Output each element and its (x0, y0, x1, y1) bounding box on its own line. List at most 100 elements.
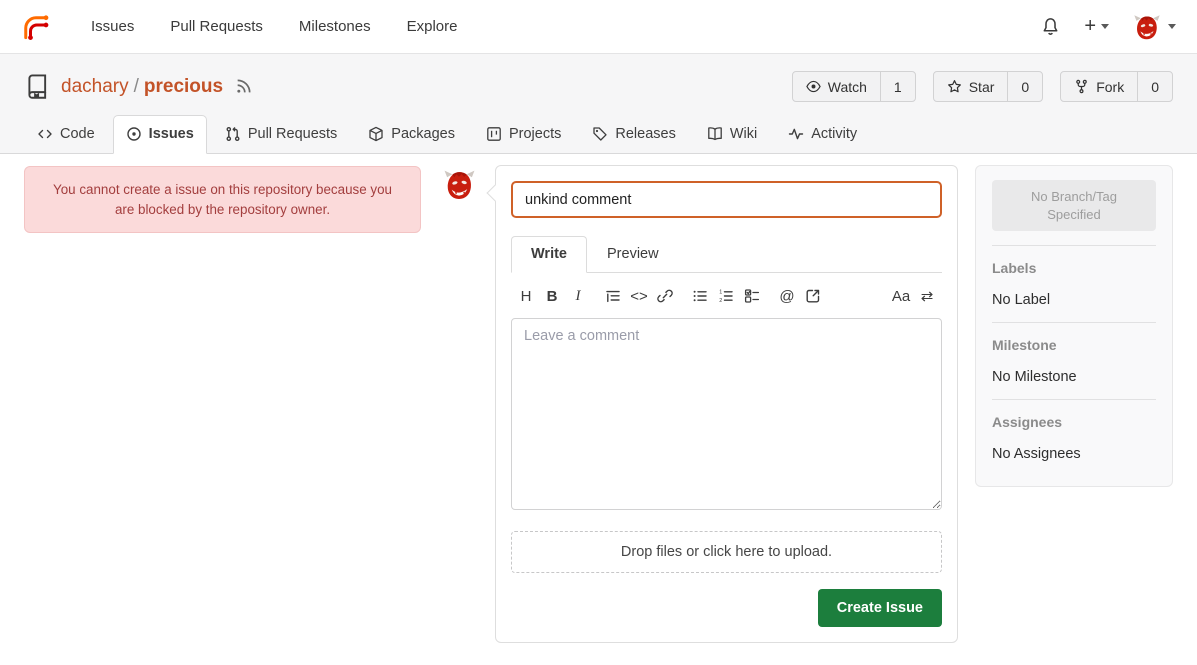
tab-wiki[interactable]: Wiki (694, 115, 770, 154)
milestone-heading[interactable]: Milestone (992, 337, 1156, 353)
tab-label: Pull Requests (248, 126, 337, 142)
labels-value: No Label (992, 292, 1156, 308)
top-navbar: Issues Pull Requests Milestones Explore … (0, 0, 1197, 54)
divider (992, 399, 1156, 400)
tab-label: Projects (509, 126, 561, 142)
watch-button[interactable]: Watch 1 (792, 71, 916, 102)
markdown-toolbar: H B I <> 12 (511, 273, 942, 318)
navbar-links: Issues Pull Requests Milestones Explore (91, 18, 457, 35)
list-unordered-icon (692, 288, 708, 304)
repo-breadcrumb: dachary/precious (61, 76, 223, 98)
tab-label: Wiki (730, 126, 757, 142)
star-button[interactable]: Star 0 (933, 71, 1043, 102)
error-text: You cannot create a issue on this reposi… (51, 180, 394, 219)
tab-label: Issues (149, 126, 194, 142)
repo-title-row: dachary/precious Watch 1 (24, 71, 1173, 102)
user-avatar (1133, 13, 1161, 41)
nav-item-milestones[interactable]: Milestones (299, 18, 371, 35)
task-list-button[interactable] (739, 284, 765, 308)
bold-button[interactable]: B (539, 284, 565, 308)
tasklist-icon (744, 288, 760, 304)
link-button[interactable] (652, 284, 678, 308)
reference-button[interactable] (800, 284, 826, 308)
tab-write[interactable]: Write (511, 236, 587, 273)
repo-actions: Watch 1 Star 0 (792, 71, 1173, 102)
breadcrumb-separator: / (129, 76, 144, 97)
package-icon (368, 126, 384, 142)
repo-name-link[interactable]: precious (144, 76, 223, 97)
code-button[interactable]: <> (626, 284, 652, 308)
assignees-heading[interactable]: Assignees (992, 414, 1156, 430)
fork-button[interactable]: Fork 0 (1060, 71, 1173, 102)
chevron-down-icon (1101, 24, 1109, 29)
dropzone-text: Drop files or click here to upload. (621, 544, 832, 560)
code-icon (37, 126, 53, 142)
tab-label: Releases (615, 126, 675, 142)
issue-sidebar: No Branch/Tag Specified Labels No Label … (975, 165, 1173, 487)
mention-button[interactable]: @ (774, 284, 800, 308)
tab-projects[interactable]: Projects (473, 115, 574, 154)
watch-label: Watch (828, 79, 867, 95)
chevron-down-icon (1168, 24, 1176, 29)
tab-issues[interactable]: Issues (113, 115, 207, 154)
tab-pull-requests[interactable]: Pull Requests (212, 115, 350, 154)
forgejo-new-issue-page: Issues Pull Requests Milestones Explore … (0, 0, 1197, 665)
repo-owner-link[interactable]: dachary (61, 76, 129, 97)
quote-icon (605, 288, 621, 304)
milestone-value: No Milestone (992, 369, 1156, 385)
star-label: Star (969, 79, 995, 95)
italic-button[interactable]: I (565, 284, 591, 308)
eye-icon (806, 79, 821, 94)
issue-opened-icon (126, 126, 142, 142)
tab-activity[interactable]: Activity (775, 115, 870, 154)
blocked-error-message: You cannot create a issue on this reposi… (24, 166, 421, 233)
branch-tag-button: No Branch/Tag Specified (992, 180, 1156, 231)
tab-label: Code (60, 126, 95, 142)
fork-count[interactable]: 0 (1137, 72, 1172, 101)
star-count[interactable]: 0 (1007, 72, 1042, 101)
repo-header: dachary/precious Watch 1 (0, 54, 1197, 154)
tab-label: Activity (811, 126, 857, 142)
user-menu-dropdown[interactable] (1133, 13, 1176, 41)
tab-packages[interactable]: Packages (355, 115, 468, 154)
tab-label: Packages (391, 126, 455, 142)
heading-button[interactable]: H (513, 284, 539, 308)
create-new-dropdown[interactable]: + (1084, 15, 1109, 38)
file-dropzone[interactable]: Drop files or click here to upload. (511, 531, 942, 573)
svg-text:2: 2 (719, 298, 722, 304)
fork-icon (1074, 79, 1089, 94)
tag-icon (592, 126, 608, 142)
create-issue-button[interactable]: Create Issue (818, 589, 942, 627)
repository-icon (24, 73, 51, 100)
notifications-bell-icon[interactable] (1041, 17, 1060, 36)
comment-textarea[interactable] (511, 318, 942, 510)
assignees-value: No Assignees (992, 446, 1156, 462)
tab-releases[interactable]: Releases (579, 115, 688, 154)
link-icon (657, 288, 673, 304)
quote-button[interactable] (600, 284, 626, 308)
tab-preview[interactable]: Preview (587, 236, 679, 273)
nav-item-issues[interactable]: Issues (91, 18, 134, 35)
fork-label: Fork (1096, 79, 1124, 95)
nav-item-explore[interactable]: Explore (407, 18, 458, 35)
labels-heading[interactable]: Labels (992, 260, 1156, 276)
rss-feed-icon[interactable] (235, 78, 252, 95)
nav-item-pull-requests[interactable]: Pull Requests (170, 18, 263, 35)
repo-tab-bar: Code Issues Pull Requests Packages Proje… (24, 115, 1173, 153)
form-actions: Create Issue (511, 589, 942, 627)
author-avatar (443, 168, 476, 201)
issue-title-input[interactable] (511, 181, 942, 218)
ordered-list-button[interactable]: 12 (713, 284, 739, 308)
switch-editor-button[interactable]: ⇄ (914, 284, 940, 308)
watch-count[interactable]: 1 (880, 72, 915, 101)
navbar-right: + (1041, 13, 1176, 41)
git-pull-request-icon (225, 126, 241, 142)
pulse-icon (788, 126, 804, 142)
forgejo-logo[interactable] (21, 12, 51, 42)
font-size-button[interactable]: Aa (888, 284, 914, 308)
divider (992, 322, 1156, 323)
tab-code[interactable]: Code (24, 115, 108, 154)
plus-icon: + (1084, 15, 1096, 38)
unordered-list-button[interactable] (687, 284, 713, 308)
divider (992, 245, 1156, 246)
